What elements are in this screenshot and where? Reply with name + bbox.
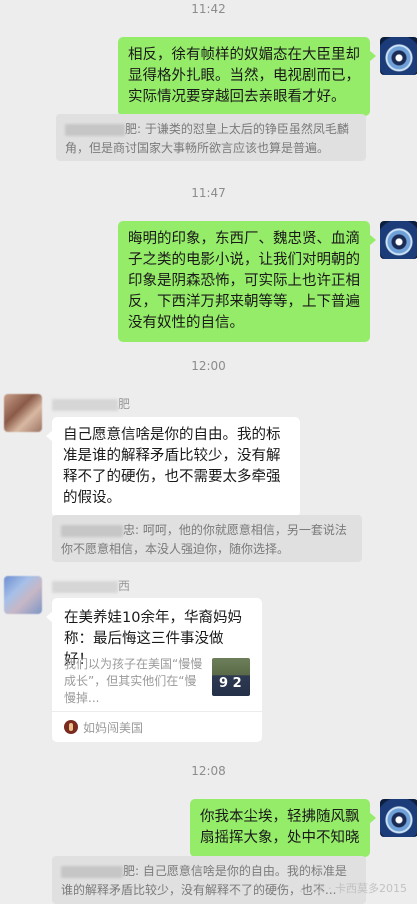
my-avatar[interactable] <box>380 37 417 75</box>
quoted-reply[interactable]: 忠: 呵呵，他的你就愿意相信，另一套说法你不愿意相信，本没人强迫你，随你选择。 <box>52 515 362 562</box>
article-thumbnail: 9 2 <box>212 658 250 696</box>
my-message-bubble[interactable]: 晦明的印象，东西厂、魏忠贤、血滴子之类的电影小说，让我们对明朝的印象是阴森恐怖，… <box>118 221 376 342</box>
my-message-bubble[interactable]: 相反，徐有帧样的奴媚态在大臣里却显得格外扎眼。当然，电视剧而已，实际情况要穿越回… <box>118 37 376 116</box>
article-source[interactable]: 如妈闯美国 <box>52 711 262 742</box>
my-message-bubble[interactable]: 你我本尘埃，轻拂随风飘扇摇挥大象，处中不知晓 <box>190 799 376 857</box>
timestamp: 12:08 <box>191 764 226 778</box>
blurred-name <box>61 865 123 878</box>
watermark: … 众 · 卡西莫多2015 <box>299 882 407 895</box>
blurred-name <box>65 123 125 136</box>
my-avatar[interactable] <box>380 799 417 837</box>
blurred-name <box>61 524 123 537</box>
my-avatar[interactable] <box>380 221 417 259</box>
timestamp: 11:42 <box>191 2 226 16</box>
sender-nickname: 肥 <box>52 396 130 412</box>
article-description: 我们以为孩子在美国“慢慢成长”，但其实他们在“慢慢掉... <box>64 657 203 705</box>
timestamp: 12:00 <box>191 359 226 373</box>
timestamp: 11:47 <box>191 186 226 200</box>
contact-avatar[interactable] <box>4 576 42 614</box>
quoted-reply[interactable]: 肥: 于谦类的怼皇上太后的铮臣虽然凤毛麟角，但是商讨国家大事畅所欲言应该也算是普… <box>56 114 366 161</box>
sender-nickname: 西 <box>52 578 130 594</box>
source-logo-icon <box>64 720 78 734</box>
contact-avatar[interactable] <box>4 394 42 432</box>
shared-article-card[interactable]: 在美养娃10余年，华裔妈妈称：最后悔这三件事没做好！ 我们以为孩子在美国“慢慢成… <box>46 598 262 742</box>
contact-message-bubble[interactable]: 自己愿意信啥是你的自由。我的标准是谁的解释矛盾比较少，没有解释不了的硬伤，也不需… <box>46 417 300 517</box>
source-name: 如妈闯美国 <box>83 720 144 735</box>
